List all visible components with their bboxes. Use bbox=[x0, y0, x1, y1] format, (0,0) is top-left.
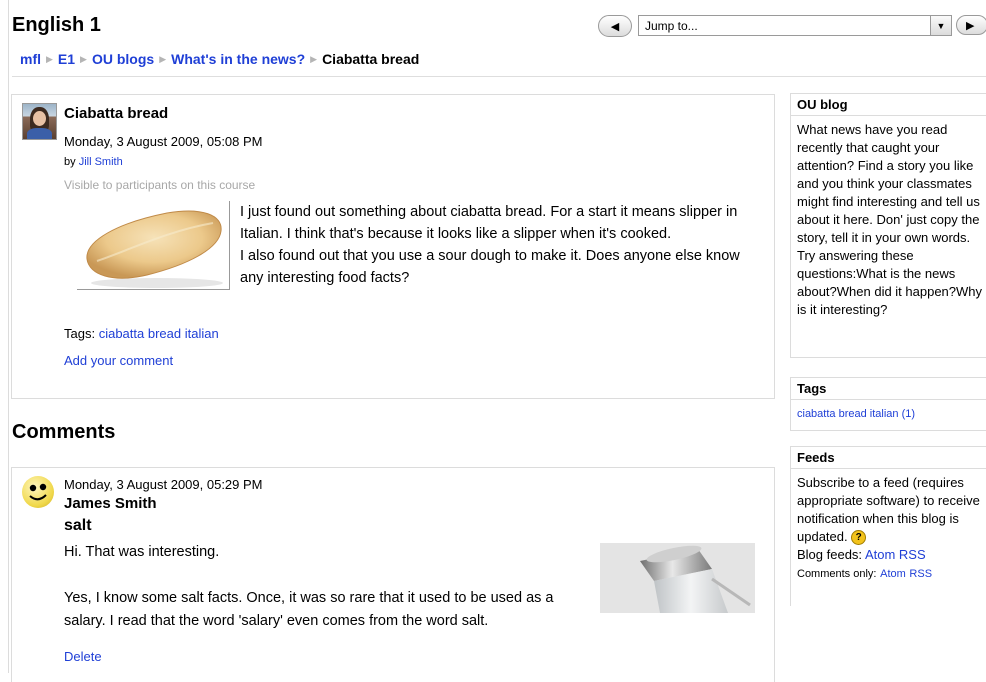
comment-date: Monday, 3 August 2009, 05:29 PM bbox=[64, 477, 263, 492]
tags-block: Tags ciabatta bread italian (1) bbox=[790, 377, 986, 431]
post-date: Monday, 3 August 2009, 05:08 PM bbox=[64, 134, 263, 149]
triangle-left-icon: ◀ bbox=[610, 20, 620, 33]
breadcrumb: mfl ▶ E1 ▶ OU blogs ▶ What's in the news… bbox=[20, 51, 419, 67]
comments-only-label: Comments only: bbox=[797, 568, 877, 580]
post-author-link[interactable]: Jill Smith bbox=[79, 156, 123, 168]
post-author-line: by Jill Smith bbox=[64, 156, 123, 168]
ou-blog-block-title: OU blog bbox=[791, 93, 986, 116]
breadcrumb-link-ou-blogs[interactable]: OU blogs bbox=[92, 51, 154, 67]
salt-shaker-image bbox=[600, 543, 755, 613]
breadcrumb-separator-icon: ▶ bbox=[310, 53, 318, 64]
comments-heading: Comments bbox=[12, 421, 116, 443]
post-by-label: by bbox=[64, 156, 76, 168]
blog-atom-feed-link[interactable]: Atom bbox=[865, 547, 895, 562]
breadcrumb-current: Ciabatta bread bbox=[322, 51, 420, 67]
comment-body: Hi. That was interesting. Yes, I know so… bbox=[64, 541, 594, 656]
feeds-block: Feeds Subscribe to a feed (requires appr… bbox=[790, 446, 986, 606]
post-paragraph: I just found out something about ciabatt… bbox=[240, 204, 738, 242]
comments-atom-feed-link[interactable]: Atom bbox=[880, 568, 906, 580]
next-activity-button[interactable]: ▶ bbox=[956, 15, 986, 35]
ou-blog-block-text: What news have you read recently that ca… bbox=[797, 122, 983, 317]
jump-to-value: Jump to... bbox=[645, 19, 698, 33]
comment-author: James Smith bbox=[64, 495, 157, 512]
comments-rss-feed-link[interactable]: RSS bbox=[909, 568, 932, 580]
post-tags: Tags: ciabatta bread italian bbox=[64, 326, 219, 341]
tags-label: Tags: bbox=[64, 326, 96, 341]
tags-block-title: Tags bbox=[791, 377, 986, 400]
add-comment-link[interactable]: Add your comment bbox=[64, 353, 173, 368]
delete-comment-link[interactable]: Delete bbox=[64, 649, 102, 664]
tag-link[interactable]: ciabatta bread italian bbox=[99, 326, 219, 341]
blog-rss-feed-link[interactable]: RSS bbox=[899, 547, 926, 562]
breadcrumb-link-whats-in-the-news[interactable]: What's in the news? bbox=[171, 51, 305, 67]
post-visibility: Visible to participants on this course bbox=[64, 178, 256, 192]
feeds-description: Subscribe to a feed (requires appropriat… bbox=[797, 475, 980, 544]
breadcrumb-link-e1[interactable]: E1 bbox=[58, 51, 75, 67]
page-left-rule bbox=[8, 0, 9, 673]
triangle-right-icon: ▶ bbox=[966, 19, 975, 32]
course-title: English 1 bbox=[12, 14, 101, 36]
chevron-down-icon[interactable]: ▼ bbox=[930, 16, 951, 35]
post-body: I just found out something about ciabatt… bbox=[240, 201, 750, 289]
feeds-block-title: Feeds bbox=[791, 446, 986, 469]
header-divider bbox=[12, 76, 986, 77]
help-icon[interactable]: ? bbox=[851, 530, 867, 546]
ou-blog-block: OU blog What news have you read recently… bbox=[790, 93, 986, 358]
tag-cloud-link[interactable]: ciabatta bread italian (1) bbox=[797, 408, 915, 420]
ciabatta-bread-image bbox=[77, 201, 230, 290]
comment-paragraph: Yes, I know some salt facts. Once, it wa… bbox=[64, 590, 554, 629]
commenter-avatar[interactable] bbox=[22, 476, 54, 508]
comment-paragraph: Hi. That was interesting. bbox=[64, 544, 220, 560]
breadcrumb-separator-icon: ▶ bbox=[159, 53, 167, 64]
previous-activity-button[interactable]: ◀ bbox=[598, 15, 632, 37]
post-paragraph: I also found out that you use a sour dou… bbox=[240, 248, 740, 286]
author-avatar[interactable] bbox=[22, 103, 57, 140]
breadcrumb-separator-icon: ▶ bbox=[46, 53, 53, 64]
comment-title: salt bbox=[64, 517, 92, 534]
jump-to-select[interactable]: Jump to... ▼ bbox=[638, 15, 952, 36]
breadcrumb-link-mfl[interactable]: mfl bbox=[20, 51, 41, 67]
blog-feeds-label: Blog feeds: bbox=[797, 547, 863, 562]
post-title: Ciabatta bread bbox=[64, 105, 169, 122]
breadcrumb-separator-icon: ▶ bbox=[80, 53, 87, 64]
